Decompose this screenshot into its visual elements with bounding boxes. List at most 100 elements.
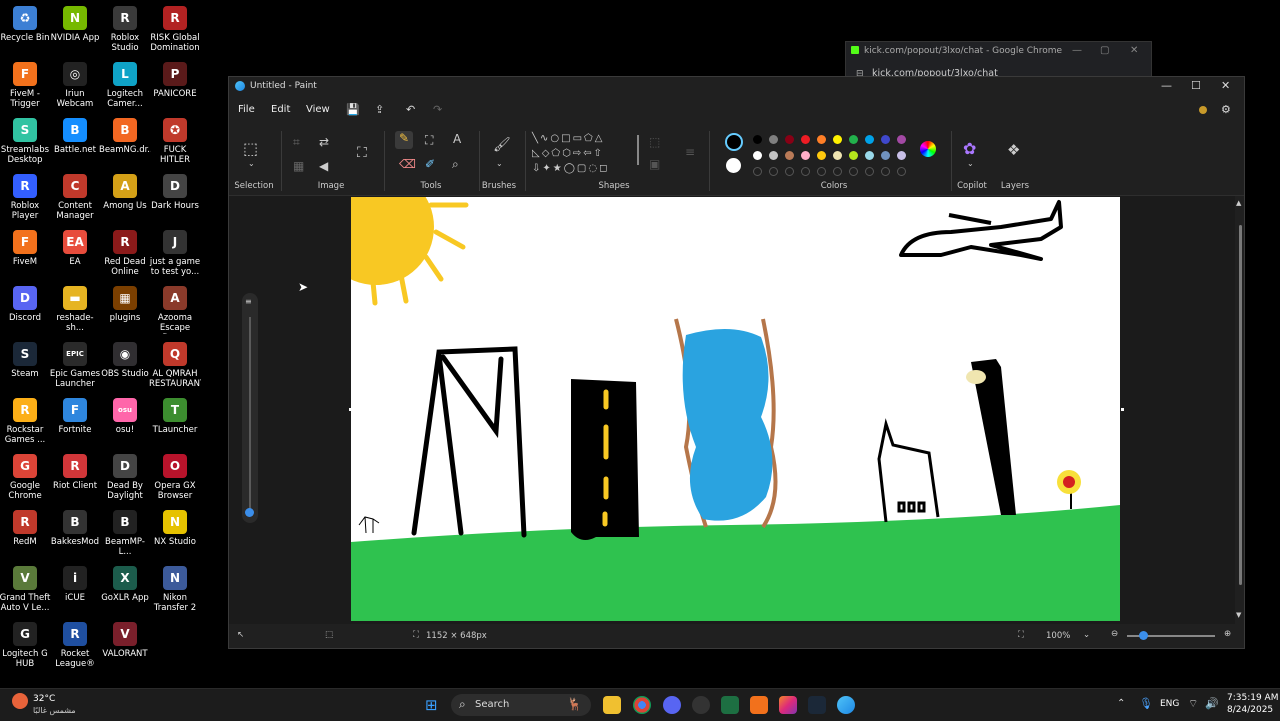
menu-edit[interactable]: Edit xyxy=(271,104,290,115)
desktop-icon[interactable]: F Fortnite xyxy=(49,398,101,435)
language-indicator[interactable]: ENG xyxy=(1160,699,1179,709)
app-taskbar-icon[interactable] xyxy=(692,696,710,714)
clock-time[interactable]: 7:35:19 AM xyxy=(1227,693,1278,703)
zoom-slider[interactable] xyxy=(1127,631,1215,640)
copilot-icon[interactable]: ✿ xyxy=(963,139,976,158)
color-swatch[interactable] xyxy=(753,135,762,144)
resize-handle-right[interactable] xyxy=(1121,408,1124,411)
scroll-up-icon[interactable]: ▲ xyxy=(1236,199,1241,207)
tray-chevron-icon[interactable]: ⌃ xyxy=(1117,698,1125,709)
rotate-icon[interactable]: ◀ xyxy=(319,159,328,173)
volume-icon[interactable]: 🔊 xyxy=(1205,697,1219,710)
outline-icon[interactable]: ⬚ xyxy=(649,135,660,149)
desktop-icon[interactable]: A Azooma Escape Demo xyxy=(149,286,201,334)
desktop-icon[interactable]: ♻ Recycle Bin xyxy=(0,6,51,43)
desktop-icon[interactable]: R Red Dead Online xyxy=(99,230,151,277)
desktop-icon[interactable]: ▦ plugins xyxy=(99,286,151,323)
scroll-down-icon[interactable]: ▼ xyxy=(1236,611,1241,619)
desktop-icon[interactable]: O Opera GX Browser xyxy=(149,454,201,501)
zoom-out-icon[interactable]: ⊖ xyxy=(1111,629,1118,639)
desktop-icon[interactable]: D Dead By Daylight xyxy=(99,454,151,501)
desktop-icon[interactable]: A Among Us xyxy=(99,174,151,211)
zoom-in-icon[interactable]: ⊕ xyxy=(1224,629,1231,639)
selection-rect-icon[interactable]: ⬚ xyxy=(243,139,258,158)
weather-icon[interactable] xyxy=(12,693,28,709)
custom-color-slot[interactable] xyxy=(881,167,890,176)
text-icon[interactable]: A xyxy=(453,132,461,146)
color-swatch[interactable] xyxy=(769,135,778,144)
color-swatch[interactable] xyxy=(785,135,794,144)
desktop-icon[interactable]: ◉ OBS Studio xyxy=(99,342,151,379)
zoom-level[interactable]: 100% xyxy=(1046,631,1070,641)
desktop-icon[interactable]: B BeamMP-L... xyxy=(99,510,151,557)
custom-color-slot[interactable] xyxy=(897,167,906,176)
desktop-icon[interactable]: S Streamlabs Desktop xyxy=(0,118,51,165)
primary-color[interactable] xyxy=(725,133,743,151)
shape-size-icon[interactable]: ≡ xyxy=(685,145,695,159)
color-swatch[interactable] xyxy=(817,135,826,144)
desktop-icon[interactable]: N NVIDIA App xyxy=(49,6,101,43)
color-swatch[interactable] xyxy=(833,135,842,144)
desktop-icon[interactable]: G Logitech G HUB xyxy=(0,622,51,669)
slider-thumb[interactable] xyxy=(245,508,254,517)
color-swatch[interactable] xyxy=(881,151,890,160)
discord-taskbar-icon[interactable] xyxy=(663,696,681,714)
eraser-icon[interactable]: ⌫ xyxy=(399,157,416,171)
image-generate-icon[interactable]: ⛶ xyxy=(357,145,367,161)
desktop-icon[interactable]: T TLauncher xyxy=(149,398,201,435)
desktop-icon[interactable]: R RedM xyxy=(0,510,51,547)
microphone-icon[interactable]: 🎙 xyxy=(1139,697,1153,710)
color-swatch[interactable] xyxy=(849,135,858,144)
edit-colors-icon[interactable] xyxy=(920,141,936,157)
desktop-icon[interactable]: D Discord xyxy=(0,286,51,323)
desktop-icon[interactable]: X GoXLR App xyxy=(99,566,151,603)
color-swatch[interactable] xyxy=(865,135,874,144)
desktop-icon[interactable]: Jjust a game to test yo... xyxy=(149,230,201,277)
desktop-icon[interactable]: N Nikon Transfer 2 xyxy=(149,566,201,613)
redo-icon[interactable]: ↷ xyxy=(433,103,442,116)
chrome-minimize-button[interactable]: — xyxy=(1072,45,1082,56)
fivem-taskbar-icon[interactable] xyxy=(750,696,768,714)
color-swatch[interactable] xyxy=(769,151,778,160)
share-icon[interactable]: ⇪ xyxy=(375,103,384,116)
desktop-icon[interactable]: B BeamNG.dr... xyxy=(99,118,151,155)
color-swatch[interactable] xyxy=(785,151,794,160)
desktop-icon[interactable]: ▬ reshade-sh... xyxy=(49,286,101,333)
weather-desc[interactable]: مشمس غالبًا xyxy=(33,706,76,715)
color-swatch[interactable] xyxy=(881,135,890,144)
custom-color-slot[interactable] xyxy=(785,167,794,176)
resize-handle-left[interactable] xyxy=(349,408,352,411)
vertical-scrollbar[interactable]: ▲ ▼ xyxy=(1236,199,1242,619)
custom-color-slot[interactable] xyxy=(769,167,778,176)
color-swatch[interactable] xyxy=(897,151,906,160)
custom-color-slot[interactable] xyxy=(817,167,826,176)
minimize-button[interactable]: — xyxy=(1161,79,1172,92)
crop-icon[interactable]: ⌗ xyxy=(293,135,300,150)
desktop-icon[interactable]: EPIC Epic Games Launcher xyxy=(49,342,101,389)
desktop-icon[interactable]: F FiveM - Trigger xyxy=(0,62,51,109)
resize-image-icon[interactable]: ▦ xyxy=(293,159,304,173)
account-icon[interactable] xyxy=(1199,106,1207,114)
desktop-icon[interactable]: F FiveM xyxy=(0,230,51,267)
custom-color-slot[interactable] xyxy=(849,167,858,176)
color-swatch[interactable] xyxy=(897,135,906,144)
color-swatch[interactable] xyxy=(801,151,810,160)
desktop-icon[interactable]: R Rocket League® xyxy=(49,622,101,669)
zoom-dropdown-icon[interactable]: ⌄ xyxy=(1083,630,1090,640)
desktop-icon[interactable]: R Roblox Player xyxy=(0,174,51,221)
start-windows-icon[interactable]: ⊞ xyxy=(425,696,438,714)
desktop-icon[interactable]: G Google Chrome xyxy=(0,454,51,501)
fill-icon[interactable]: ▣ xyxy=(649,157,660,171)
desktop-icon[interactable]: i iCUE xyxy=(49,566,101,603)
desktop-icon[interactable]: S Steam xyxy=(0,342,51,379)
desktop-icon[interactable]: Q AL QMRAH RESTAURANT xyxy=(149,342,201,389)
fit-to-window-icon[interactable]: ⛶ xyxy=(1018,630,1024,640)
selection-dropdown-icon[interactable]: ⌄ xyxy=(248,159,255,168)
color-swatch[interactable] xyxy=(865,151,874,160)
search-box[interactable]: ⌕ Search 🦌 xyxy=(451,694,591,716)
desktop-icon[interactable]: R RISK Global Domination xyxy=(149,6,201,53)
custom-color-slot[interactable] xyxy=(753,167,762,176)
clock-date[interactable]: 8/24/2025 xyxy=(1227,705,1273,715)
desktop-icon[interactable]: N NX Studio xyxy=(149,510,201,547)
custom-color-slot[interactable] xyxy=(801,167,810,176)
